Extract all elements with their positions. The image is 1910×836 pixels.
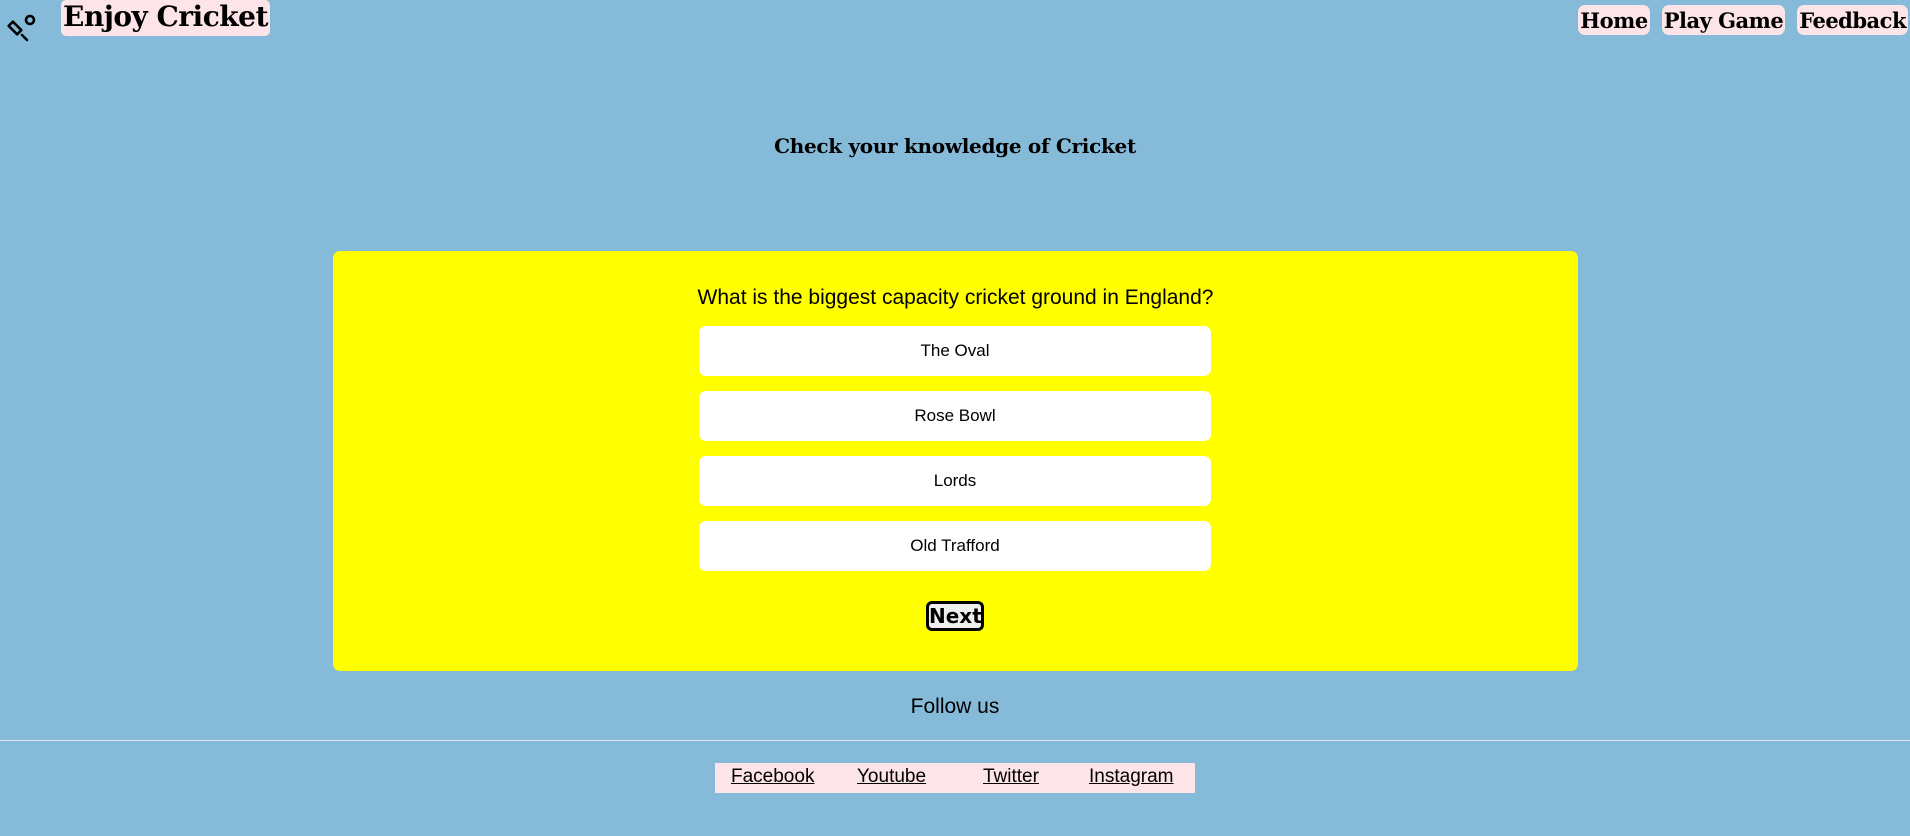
next-button[interactable]: Next	[926, 601, 984, 631]
quiz-question: What is the biggest capacity cricket gro…	[697, 286, 1214, 309]
facebook-link[interactable]: Facebook	[731, 763, 814, 791]
answer-button-old-trafford[interactable]: Old Trafford	[699, 521, 1211, 571]
main-nav: Home Play Game Feedback	[1578, 5, 1908, 35]
nav-feedback-link[interactable]: Feedback	[1797, 5, 1908, 35]
nav-home-link[interactable]: Home	[1578, 5, 1650, 35]
youtube-link[interactable]: Youtube	[857, 763, 926, 791]
quiz-card: What is the biggest capacity cricket gro…	[333, 251, 1578, 671]
social-links-bar: Facebook Youtube Twitter Instagram	[715, 763, 1195, 793]
answer-button-lords[interactable]: Lords	[699, 456, 1211, 506]
follow-us-text: Follow us	[910, 695, 1000, 718]
page-subtitle: Check your knowledge of Cricket	[774, 134, 1136, 158]
cricket-bat-ball-icon	[7, 14, 36, 42]
answer-button-the-oval[interactable]: The Oval	[699, 326, 1211, 376]
footer-divider	[0, 740, 1910, 741]
instagram-link[interactable]: Instagram	[1089, 763, 1173, 791]
nav-play-game-link[interactable]: Play Game	[1661, 5, 1786, 35]
site-title[interactable]: Enjoy Cricket	[61, 0, 270, 36]
answer-button-rose-bowl[interactable]: Rose Bowl	[699, 391, 1211, 441]
twitter-link[interactable]: Twitter	[983, 763, 1039, 791]
